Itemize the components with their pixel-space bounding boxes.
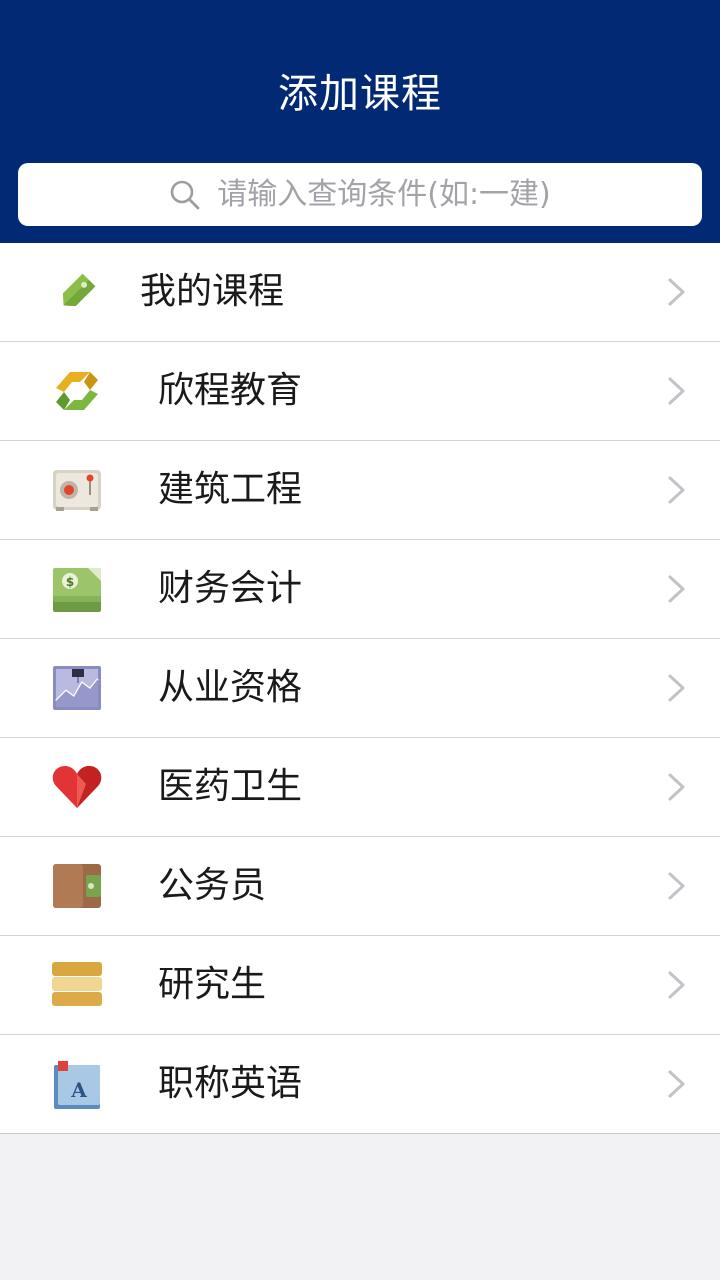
svg-text:A: A — [70, 1078, 87, 1102]
list-item-label: 从业资格 — [158, 667, 303, 708]
heart-icon — [52, 766, 102, 808]
list-item-civil-servant[interactable]: 公务员 — [0, 837, 720, 936]
list-item-xincheng-education[interactable]: 欣程教育 — [0, 342, 720, 441]
list-item-construction-engineering[interactable]: 建筑工程 — [0, 441, 720, 540]
list-item-label: 欣程教育 — [158, 370, 303, 411]
list-item-label: 职称英语 — [158, 1063, 303, 1104]
stack-icon — [52, 962, 102, 1006]
list-item-label: 公务员 — [158, 865, 267, 906]
chevron-right-icon — [668, 872, 685, 900]
page-title: 添加课程 — [278, 71, 442, 117]
header-bar: 添加课程 请输入查询条件(如:一建) — [0, 0, 720, 243]
list-item-finance-accounting[interactable]: $ 财务会计 — [0, 540, 720, 639]
chevron-right-icon — [668, 1070, 685, 1098]
dictionary-icon: A — [54, 1061, 100, 1109]
recycle-arrows-icon — [56, 372, 98, 410]
list-item-my-courses[interactable]: 我的课程 — [0, 243, 720, 342]
chart-board-icon — [53, 666, 101, 710]
list-item-professional-english[interactable]: A 职称英语 — [0, 1035, 720, 1133]
money-icon: $ — [53, 568, 101, 612]
tag-icon — [62, 273, 96, 307]
list-item-graduate-student[interactable]: 研究生 — [0, 936, 720, 1035]
svg-text:$: $ — [66, 575, 74, 589]
list-item-professional-qualification[interactable]: 从业资格 — [0, 639, 720, 738]
chevron-right-icon — [668, 674, 685, 702]
search-icon — [170, 180, 200, 209]
search-placeholder: 请输入查询条件(如:一建) — [217, 176, 551, 212]
list-item-label: 我的课程 — [140, 271, 285, 312]
chevron-right-icon — [668, 278, 685, 306]
add-course-screen: 添加课程 请输入查询条件(如:一建) 我的课程 欣程教育 建筑工程 $ 财务会计… — [0, 0, 720, 1280]
chevron-right-icon — [668, 476, 685, 504]
chevron-right-icon — [668, 773, 685, 801]
list-item-label: 医药卫生 — [158, 766, 303, 807]
wallet-icon — [53, 864, 101, 908]
list-item-label: 建筑工程 — [158, 469, 303, 510]
chevron-right-icon — [668, 971, 685, 999]
chevron-right-icon — [668, 575, 685, 603]
safe-icon — [53, 470, 101, 511]
course-category-list: 我的课程 欣程教育 建筑工程 $ 财务会计 从业资格 医药卫生 公务员 研究生 … — [0, 243, 720, 1134]
chevron-right-icon — [668, 377, 685, 405]
list-item-medicine-health[interactable]: 医药卫生 — [0, 738, 720, 837]
list-item-label: 财务会计 — [158, 568, 303, 609]
search-input[interactable]: 请输入查询条件(如:一建) — [18, 163, 702, 226]
list-item-label: 研究生 — [158, 964, 267, 1005]
